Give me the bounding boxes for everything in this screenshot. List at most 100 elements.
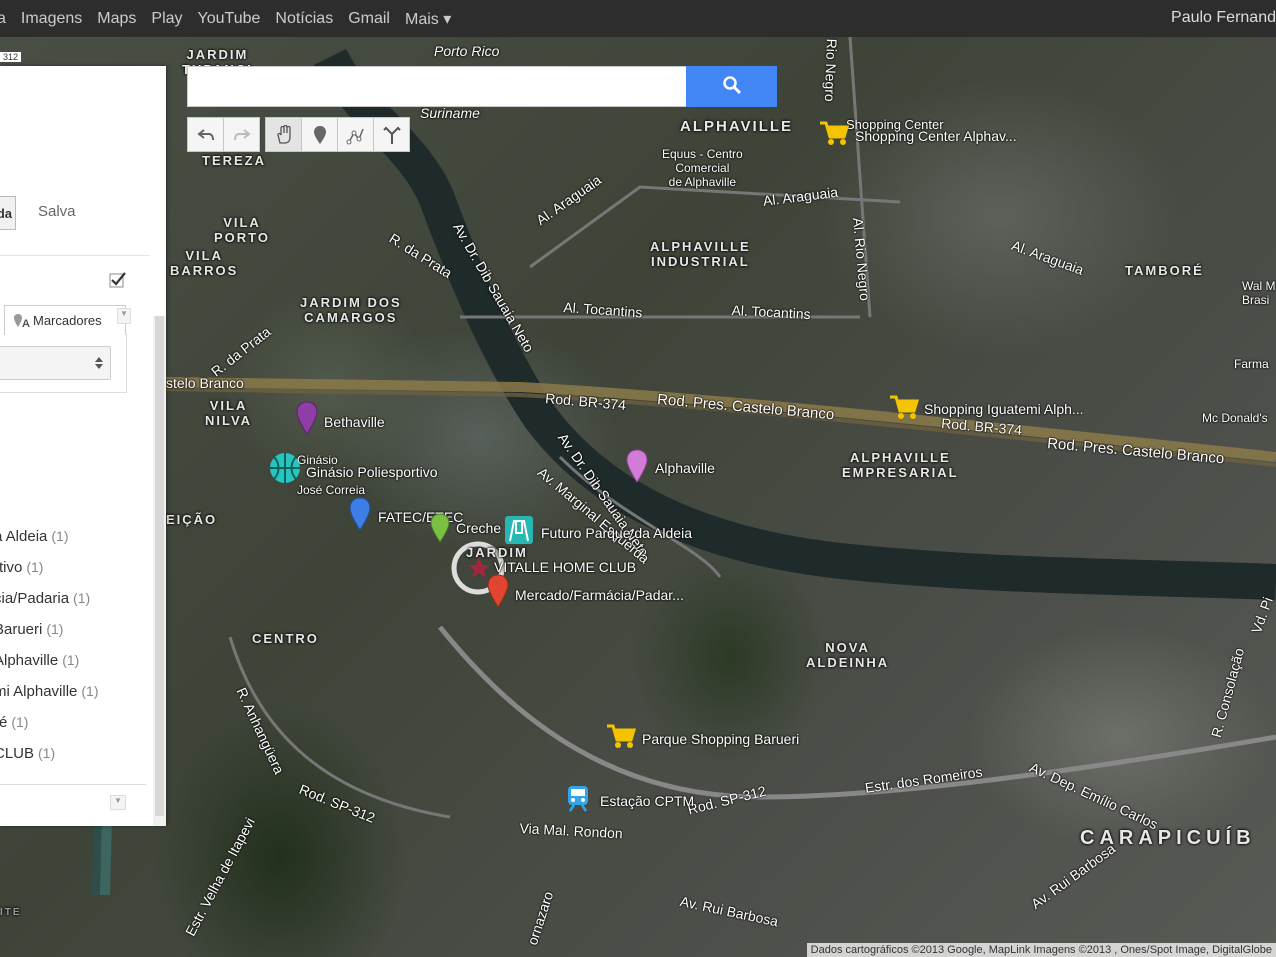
divider — [0, 784, 146, 785]
tab-markers[interactable]: A Marcadores ▼ — [4, 305, 131, 335]
shopping-cart-icon[interactable] — [888, 393, 920, 421]
category-item[interactable]: a Aldeia(1) — [0, 528, 69, 545]
redo-icon — [233, 128, 251, 140]
style-select[interactable] — [0, 346, 111, 380]
category-count: (1) — [46, 621, 64, 637]
basketball-icon[interactable] — [268, 451, 302, 485]
place-label-iguatemi[interactable]: Shopping Iguatemi Alph... — [924, 401, 1084, 417]
place-label-ginasio[interactable]: Ginásio Poliesportivo — [306, 464, 438, 480]
place-label-cptm[interactable]: Estação CPTM — [600, 793, 694, 809]
category-name: ré — [0, 714, 8, 731]
poi-label: Mc Donald's — [1202, 411, 1268, 425]
poi-label: Wal M Brasi — [1242, 279, 1276, 307]
district-label: TEREZA — [202, 153, 266, 168]
tools-group — [265, 117, 410, 153]
place-label-alphaville[interactable]: Alphaville — [655, 460, 715, 476]
redo-button[interactable] — [223, 117, 260, 152]
chevron-down-icon[interactable]: ▼ — [117, 308, 131, 324]
user-name[interactable]: Paulo Fernand — [1171, 9, 1276, 27]
place-label-creche[interactable]: Creche — [456, 520, 501, 536]
nav-play[interactable]: Play — [151, 10, 182, 28]
place-label-parque-shopping[interactable]: Parque Shopping Barueri — [642, 731, 799, 747]
satellite-map[interactable]: 312 JARDIM TUPANCI TEREZA VILA PORTO VIL… — [0, 37, 1276, 957]
category-item[interactable]: Barueri(1) — [0, 621, 63, 638]
poi-label: Equus - Centro Comercial de Alphaville — [662, 147, 743, 189]
category-item[interactable]: Alphaville (1) — [0, 652, 79, 669]
marker-icon — [313, 125, 326, 144]
nav-youtube[interactable]: YouTube — [198, 10, 261, 28]
district-label: ALPHAVILLE EMPRESARIAL — [842, 450, 959, 480]
divider — [0, 255, 150, 256]
category-item[interactable]: CLUB(1) — [0, 745, 55, 762]
poi-label: Farma — [1234, 357, 1269, 371]
map-pin-icon[interactable] — [626, 449, 648, 483]
district-label: TAMBORÉ — [1125, 263, 1204, 278]
shopping-cart-icon[interactable] — [818, 119, 850, 147]
place-label-fatec[interactable]: FATEC/ETEC — [378, 509, 463, 525]
undo-button[interactable] — [187, 117, 224, 152]
district-label: EIÇÃO — [166, 512, 218, 527]
draw-line-icon — [346, 128, 364, 144]
directions-button[interactable] — [373, 117, 410, 152]
category-name: CLUB — [0, 745, 35, 762]
map-pin-icon[interactable] — [349, 497, 371, 531]
svg-text:A: A — [22, 318, 30, 329]
my-maps-panel: da Salva A Marcadores ▼ ) a Aldeia(1) rt… — [0, 66, 166, 826]
category-name: Barueri — [0, 621, 43, 638]
undo-redo-group — [187, 117, 260, 153]
train-icon[interactable] — [565, 784, 591, 812]
save-status: Salva — [38, 203, 76, 220]
map-pin-icon[interactable] — [487, 574, 509, 608]
place-label-vitalle[interactable]: VITALLE HOME CLUB — [494, 559, 636, 575]
nav-images[interactable]: Imagens — [21, 10, 82, 28]
playground-icon[interactable] — [504, 515, 534, 545]
category-count: (1) — [51, 528, 69, 544]
place-label-bethaville[interactable]: Bethaville — [324, 414, 385, 430]
district-label: ALPHAVILLE — [680, 118, 794, 135]
search-input[interactable] — [187, 66, 687, 107]
category-item[interactable]: mi Alphaville (1) — [0, 683, 99, 700]
place-label-futuro-parque[interactable]: Futuro Parque da Aldeia — [541, 525, 692, 541]
shopping-cart-icon[interactable] — [605, 722, 637, 750]
category-count: (1) — [73, 590, 91, 606]
search-icon — [722, 76, 741, 95]
tab-markers-label: Marcadores — [33, 313, 102, 328]
category-name: a Aldeia — [0, 528, 48, 545]
google-nav: a Imagens Maps Play YouTube Notícias Gma… — [0, 0, 466, 37]
district-label: JARDIM DOS CAMARGOS — [300, 295, 402, 325]
category-count: (1) — [11, 714, 29, 730]
district-label: VILA NILVA — [205, 398, 253, 428]
district-label: VILA PORTO — [214, 215, 270, 245]
add-marker-button[interactable] — [301, 117, 338, 152]
map-pin-icon[interactable] — [430, 513, 450, 543]
category-item[interactable]: rtivo(1) — [0, 559, 43, 576]
category-item[interactable]: ré(1) — [0, 714, 28, 731]
category-item[interactable]: cia/Padaria (1) — [0, 590, 90, 607]
place-label-mercado[interactable]: Mercado/Farmácia/Padar... — [515, 587, 684, 603]
nav-search[interactable]: a — [0, 10, 6, 28]
nav-maps[interactable]: Maps — [97, 10, 136, 28]
place-label-shopping-center[interactable]: Shopping Center Alphav... — [855, 128, 1017, 144]
nav-gmail[interactable]: Gmail — [348, 10, 390, 28]
chevron-down-icon[interactable]: ▼ — [110, 795, 126, 810]
category-count: (1) — [38, 745, 56, 761]
search-button[interactable] — [686, 66, 777, 107]
scrollbar-thumb[interactable] — [155, 316, 164, 816]
partial-button[interactable]: da — [0, 196, 16, 230]
map-pin-icon[interactable] — [296, 401, 318, 435]
hand-tool-button[interactable] — [265, 117, 302, 152]
category-count: (1) — [26, 559, 44, 575]
district-label: CENTRO — [252, 631, 319, 646]
district-label: ITE — [0, 907, 22, 918]
road-label: Suriname — [420, 105, 480, 121]
map-badge: 312 — [0, 52, 22, 62]
layer-checkbox[interactable] — [109, 271, 126, 288]
map-toolbar — [187, 117, 415, 153]
nav-news[interactable]: Notícias — [275, 10, 333, 28]
select-arrows-icon — [95, 357, 103, 369]
hand-icon — [276, 124, 291, 144]
draw-line-button[interactable] — [337, 117, 374, 152]
category-count: (1) — [62, 652, 80, 668]
nav-more[interactable]: Mais ▾ — [405, 9, 451, 29]
map-copyright: Dados cartográficos ©2013 Google, MapLin… — [806, 943, 1276, 957]
